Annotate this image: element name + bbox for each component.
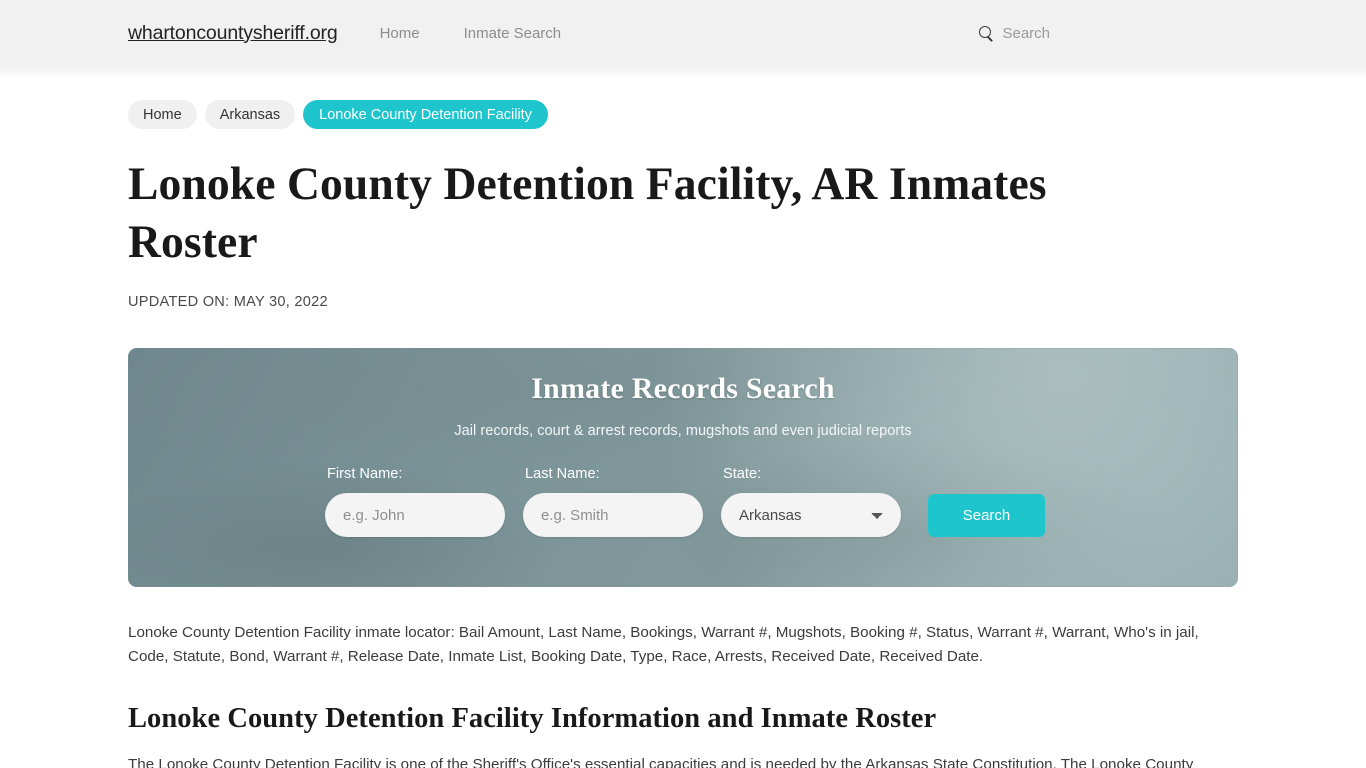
state-field-group: State: Arkansas xyxy=(721,466,901,537)
updated-on-text: UPDATED ON: MAY 30, 2022 xyxy=(128,294,328,310)
inmate-locator-paragraph: Lonoke County Detention Facility inmate … xyxy=(128,624,1199,665)
breadcrumb: Home Arkansas Lonoke County Detention Fa… xyxy=(128,100,1238,129)
inmate-search-form: First Name: Last Name: State: Arkansas S… xyxy=(321,466,1045,537)
panel-subtitle: Jail records, court & arrest records, mu… xyxy=(454,423,912,439)
site-brand[interactable]: whartoncountysheriff.org xyxy=(128,22,338,45)
header-search-trigger[interactable]: Search xyxy=(979,25,1050,42)
last-name-input[interactable] xyxy=(523,493,703,537)
search-icon xyxy=(979,25,994,41)
header-search-label: Search xyxy=(1002,24,1050,42)
site-header: whartoncountysheriff.org Home Inmate Sea… xyxy=(0,0,1366,80)
first-name-label: First Name: xyxy=(327,466,403,482)
section-title-facility-info: Lonoke County Detention Facility Informa… xyxy=(128,703,937,734)
page-content: Home Arkansas Lonoke County Detention Fa… xyxy=(0,100,1366,768)
facility-info-paragraph: The Lonoke County Detention Facility is … xyxy=(128,756,1194,768)
panel-content: Inmate Records Search Jail records, cour… xyxy=(128,348,1238,587)
first-name-field-group: First Name: xyxy=(325,466,505,537)
breadcrumb-item-home[interactable]: Home xyxy=(128,100,197,129)
nav-item-inmate-search[interactable]: Inmate Search xyxy=(464,25,562,42)
state-select[interactable]: Arkansas xyxy=(721,493,901,537)
first-name-input[interactable] xyxy=(325,493,505,537)
header-inner: whartoncountysheriff.org Home Inmate Sea… xyxy=(0,0,1366,66)
breadcrumb-item-current[interactable]: Lonoke County Detention Facility xyxy=(303,100,548,129)
search-submit-button[interactable]: Search xyxy=(928,494,1045,537)
last-name-field-group: Last Name: xyxy=(523,466,703,537)
state-label: State: xyxy=(723,466,762,482)
primary-nav: Home Inmate Search xyxy=(380,25,606,42)
inmate-records-search-panel: Inmate Records Search Jail records, cour… xyxy=(128,348,1238,587)
nav-item-home[interactable]: Home xyxy=(380,25,420,42)
last-name-label: Last Name: xyxy=(525,466,600,482)
page-title: Lonoke County Detention Facility, AR Inm… xyxy=(128,158,1047,268)
breadcrumb-item-arkansas[interactable]: Arkansas xyxy=(204,100,296,129)
panel-title: Inmate Records Search xyxy=(531,372,835,405)
